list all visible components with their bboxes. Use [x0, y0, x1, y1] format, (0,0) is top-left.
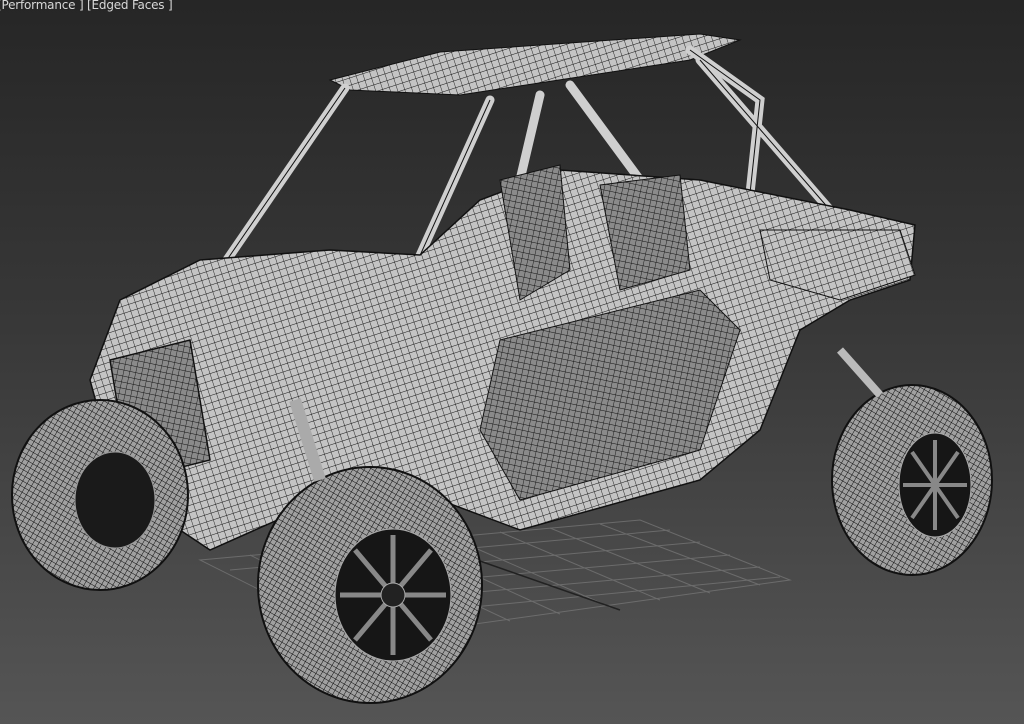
rear-suspension-arm: [837, 347, 883, 398]
shading-mode-label[interactable]: [Performance ]: [0, 0, 84, 12]
wheel-front-left: [11, 399, 189, 591]
roof-panel: [328, 33, 742, 96]
viewport-label-menu: [Performance ] [Edged Faces ]: [0, 0, 173, 12]
edged-faces-label[interactable]: [Edged Faces ]: [87, 0, 173, 12]
3d-viewport[interactable]: [Performance ] [Edged Faces ]: [0, 0, 1024, 724]
wheel-rear-right: [831, 384, 993, 576]
wireframe-vehicle-render: [11, 33, 993, 704]
wheel-front-right: [257, 466, 483, 704]
